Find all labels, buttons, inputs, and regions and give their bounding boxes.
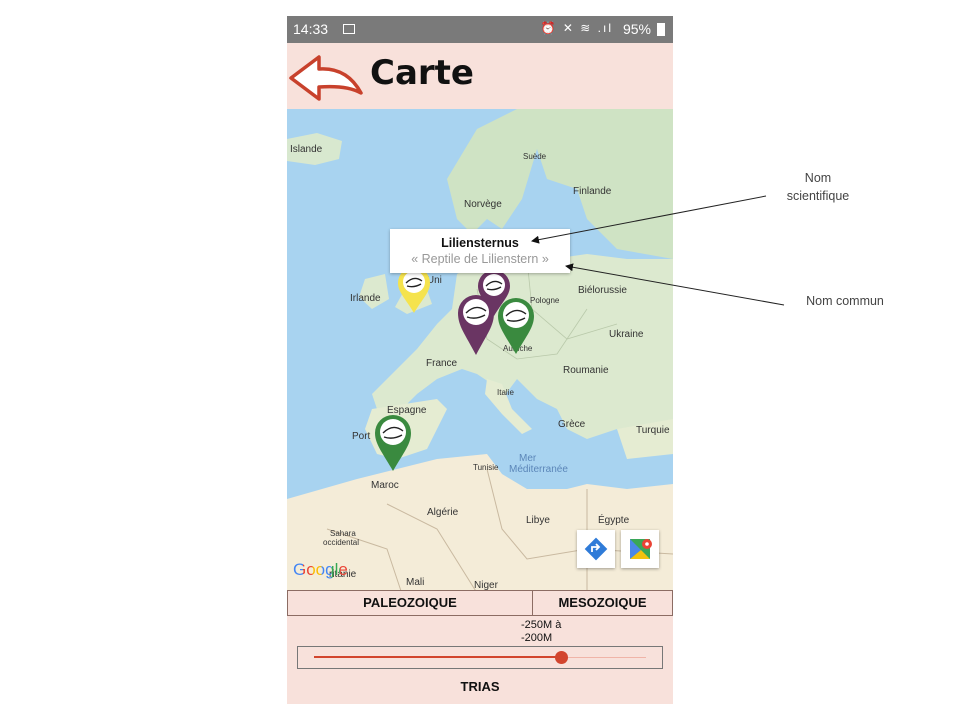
map-label-roumanie: Roumanie bbox=[563, 365, 609, 376]
map-label-bielorussie: Biélorussie bbox=[578, 285, 627, 296]
map-view[interactable]: Islande Suède Finlande Norvège Irlande e… bbox=[287, 109, 673, 607]
open-google-maps-button[interactable] bbox=[621, 530, 659, 568]
map-label-tunisie: Tunisie bbox=[473, 463, 499, 472]
map-label-irlande: Irlande bbox=[350, 293, 381, 304]
directions-icon bbox=[584, 537, 608, 561]
time-slider[interactable] bbox=[297, 646, 663, 669]
map-label-finlande: Finlande bbox=[573, 186, 612, 197]
map-label-libye: Libye bbox=[526, 515, 550, 526]
app-bar: Carte bbox=[287, 43, 673, 109]
marker-green-europe[interactable] bbox=[497, 297, 535, 355]
tab-paleozoique[interactable]: PALEOZOIQUE bbox=[287, 590, 533, 616]
marker-green-spain[interactable] bbox=[374, 414, 412, 472]
range-start: -250M à bbox=[521, 619, 562, 631]
battery-icon bbox=[657, 23, 665, 36]
google-logo: Google bbox=[293, 560, 348, 579]
map-label-occidental: occidental bbox=[323, 538, 360, 547]
map-label-mali: Mali bbox=[406, 577, 425, 588]
directions-button[interactable] bbox=[577, 530, 615, 568]
map-label-mer: Mer bbox=[519, 453, 537, 464]
map-label-france: France bbox=[426, 358, 458, 369]
info-common-name: « Reptile de Lilienstern » bbox=[411, 252, 549, 266]
slider-fill bbox=[314, 656, 562, 658]
info-scientific-name: Liliensternus bbox=[441, 236, 519, 250]
map-label-grece: Grèce bbox=[558, 419, 586, 430]
map-label-mediterranee: Méditerranée bbox=[509, 464, 568, 475]
annotation-common-name: Nom commun bbox=[806, 294, 884, 308]
map-label-sahara: Sahara bbox=[330, 529, 356, 538]
map-label-portugal: Port bbox=[352, 431, 371, 442]
marker-purple[interactable] bbox=[457, 294, 495, 356]
google-maps-icon bbox=[630, 539, 652, 559]
slider-thumb[interactable] bbox=[554, 651, 568, 664]
map-label-suede: Suède bbox=[523, 152, 547, 161]
page-title: Carte bbox=[370, 53, 474, 93]
status-bar: 14:33 ⏰ ✕ ≋ .ıl 95% bbox=[287, 16, 673, 43]
status-icons: ⏰ ✕ ≋ .ıl bbox=[540, 21, 613, 35]
map-label-norvege: Norvège bbox=[464, 199, 502, 210]
map-label-algerie: Algérie bbox=[427, 507, 459, 518]
status-time: 14:33 bbox=[293, 21, 329, 37]
marker-yellow[interactable] bbox=[397, 266, 431, 314]
map-label-egypte: Égypte bbox=[598, 515, 630, 526]
map-label-ukraine: Ukraine bbox=[609, 329, 644, 340]
image-notification-icon bbox=[343, 24, 355, 34]
info-window[interactable]: Liliensternus « Reptile de Lilienstern » bbox=[390, 229, 570, 273]
back-arrow-icon[interactable] bbox=[287, 51, 367, 107]
map-label-islande: Islande bbox=[290, 144, 323, 155]
annotation-scientific-name: Nom scientifique bbox=[786, 171, 850, 203]
battery-percent: 95% bbox=[622, 21, 651, 37]
map-label-maroc: Maroc bbox=[371, 480, 399, 491]
phone-screen: 14:33 ⏰ ✕ ≋ .ıl 95% Carte Islande Suède … bbox=[287, 16, 673, 704]
range-end: -200M bbox=[521, 632, 553, 644]
era-label: TRIAS bbox=[460, 679, 500, 694]
time-range: -250M à -200M bbox=[521, 619, 581, 645]
map-label-italie: Italie bbox=[497, 388, 514, 397]
map-label-turquie: Turquie bbox=[636, 425, 670, 436]
tab-mesozoique[interactable]: MESOZOIQUE bbox=[532, 590, 673, 616]
era-tabs: PALEOZOIQUE MESOZOIQUE bbox=[287, 590, 673, 616]
